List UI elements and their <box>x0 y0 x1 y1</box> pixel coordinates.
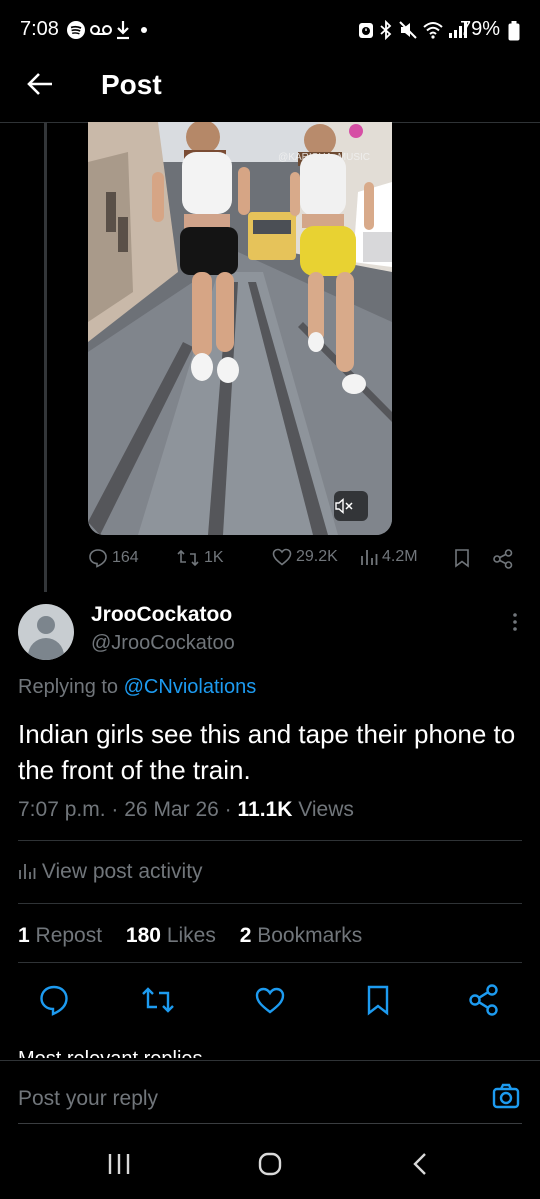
divider <box>18 962 522 963</box>
download-icon <box>117 21 129 40</box>
video-watermark: @KARISHA_MUSIC <box>278 152 370 163</box>
bookmark-icon[interactable] <box>454 548 470 568</box>
post-text: Indian girls see this and tape their pho… <box>18 719 516 785</box>
top-app-bar: Post <box>0 60 540 123</box>
recent-apps-icon[interactable] <box>106 1152 132 1176</box>
replying-to: Replying to @CNviolations <box>18 676 256 699</box>
likes-label: Likes <box>166 924 216 947</box>
post-time: 7:07 p.m. <box>18 798 106 821</box>
post-date: 26 Mar 26 <box>124 798 219 821</box>
video-player[interactable]: @KARISHA_MUSIC <box>88 122 392 535</box>
post-views-count: 11.1K <box>237 798 293 821</box>
alarm-icon <box>359 23 373 38</box>
bookmarks-label: Bookmarks <box>257 924 363 947</box>
status-time: 7:08 <box>20 18 59 40</box>
reposts-label: Repost <box>35 924 103 947</box>
avatar-head <box>37 616 55 634</box>
camera-icon[interactable] <box>492 1083 520 1109</box>
divider <box>18 840 522 841</box>
replies-sort-heading[interactable]: Most relevant replies <box>18 1048 203 1058</box>
battery-percent: 79% <box>459 18 500 40</box>
thread-connector <box>44 122 47 592</box>
post-stats: 1 Repost 180 Likes 2 Bookmarks <box>18 924 380 948</box>
post-views-label: Views <box>298 798 354 821</box>
post-meta: 7:07 p.m. · 26 Mar 26 · 11.1K Views <box>18 798 354 822</box>
like-count-button[interactable]: 29.2K <box>272 548 338 566</box>
bluetooth-icon <box>380 20 392 40</box>
reposts-count: 1 <box>18 924 30 947</box>
view-count: 4.2M <box>382 548 418 565</box>
bookmarks-count: 2 <box>239 924 252 947</box>
voicemail-icon <box>90 25 112 35</box>
home-icon[interactable] <box>257 1152 283 1176</box>
status-bar: 7:08 79% <box>0 0 540 60</box>
meta-separator: · <box>111 798 119 821</box>
view-post-activity-label: View post activity <box>41 860 203 883</box>
battery-icon <box>508 21 520 41</box>
author-name[interactable]: JrooCockatoo <box>91 603 232 627</box>
avatar-body <box>28 638 64 660</box>
bookmarks-stat[interactable]: 2 Bookmarks <box>240 924 363 947</box>
likes-count: 180 <box>125 924 161 947</box>
page-title: Post <box>101 69 162 100</box>
more-options-icon[interactable] <box>512 612 518 638</box>
repost-icon[interactable] <box>136 980 180 1020</box>
divider <box>18 903 522 904</box>
like-count: 29.2K <box>296 548 338 565</box>
reply-input-placeholder[interactable]: Post your reply <box>18 1087 158 1111</box>
heart-icon[interactable] <box>248 980 292 1020</box>
mute-icon <box>399 21 417 39</box>
parent-post-actions: 164 1K 29.2K 4.2M <box>88 548 518 576</box>
reposts-stat[interactable]: 1 Repost <box>18 924 102 947</box>
replying-to-link[interactable]: @CNviolations <box>124 676 257 698</box>
author-handle[interactable]: @JrooCockatoo <box>91 632 235 655</box>
reply-icon <box>89 549 107 568</box>
heart-icon <box>272 548 292 566</box>
system-nav-bar <box>0 1130 540 1199</box>
spotify-icon <box>67 21 85 39</box>
wifi-icon <box>423 22 443 39</box>
meta-separator: · <box>224 798 232 821</box>
reply-composer[interactable]: Post your reply <box>0 1060 540 1125</box>
view-post-activity-button[interactable]: View post activity <box>18 860 203 884</box>
reply-icon[interactable] <box>32 980 76 1020</box>
reply-count: 164 <box>112 549 139 566</box>
analytics-icon <box>19 864 36 879</box>
composer-underline <box>18 1123 522 1124</box>
bookmark-icon[interactable] <box>356 980 400 1020</box>
view-count-button[interactable]: 4.2M <box>360 548 418 566</box>
video-frame <box>88 122 392 535</box>
analytics-icon <box>361 550 378 565</box>
share-icon[interactable] <box>492 548 514 570</box>
dot-icon <box>141 27 147 33</box>
replying-prefix: Replying to <box>18 676 119 698</box>
repost-count: 1K <box>204 549 224 566</box>
post-action-bar <box>0 980 540 1020</box>
repost-icon <box>177 549 199 567</box>
repost-count-button[interactable]: 1K <box>176 548 224 568</box>
speaker-muted-icon[interactable] <box>334 491 368 521</box>
likes-stat[interactable]: 180 Likes <box>126 924 216 947</box>
arrow-left-icon[interactable] <box>26 72 54 96</box>
back-nav-icon[interactable] <box>410 1152 430 1176</box>
reply-count-button[interactable]: 164 <box>88 548 139 568</box>
avatar[interactable] <box>18 604 74 660</box>
share-icon[interactable] <box>462 980 506 1020</box>
